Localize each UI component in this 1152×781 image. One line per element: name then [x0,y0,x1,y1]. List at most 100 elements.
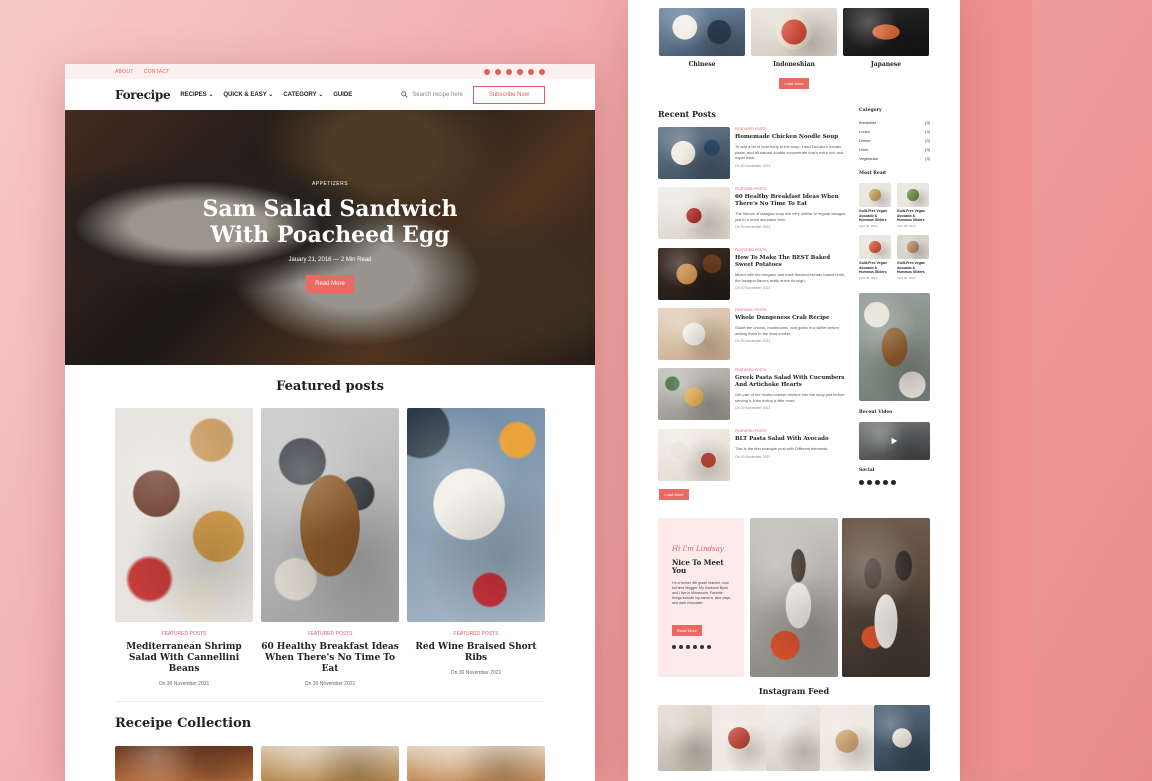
featured-card[interactable]: FEATURED POSTS 60 Healthy Breakfast Idea… [261,408,399,687]
youtube-icon[interactable] [495,68,501,75]
post-tag[interactable]: FEATURED POSTS [735,429,847,433]
facebook-icon[interactable] [859,480,864,485]
post-thumbnail[interactable] [658,308,730,360]
card-title[interactable]: Red Wine Braised Short Ribs [407,642,545,664]
most-read-item[interactable]: Guilt-Free Vegan Avocado & Hummus Slider… [897,235,929,280]
contact-link[interactable]: CONTACT [144,69,170,75]
instagram-image[interactable] [712,705,766,771]
site-logo[interactable]: Forecipe [115,88,171,102]
twitter-icon[interactable] [528,68,534,75]
card-tag[interactable]: FEATURED POSTS [115,631,253,637]
facebook-icon[interactable] [672,645,676,649]
about-link[interactable]: ABOUT [115,69,134,75]
featured-image[interactable] [261,408,399,622]
post-thumbnail[interactable] [658,248,730,300]
linkedin-icon[interactable] [686,645,690,649]
twitter-icon[interactable] [875,480,880,485]
post-thumbnail[interactable] [658,429,730,481]
featured-image[interactable] [407,408,545,622]
youtube-icon[interactable] [883,480,888,485]
facebook-icon[interactable] [539,68,545,75]
video-thumbnail[interactable] [859,422,930,460]
collection-image[interactable] [115,746,253,781]
post-thumbnail[interactable] [658,187,730,239]
linkedin-icon[interactable] [891,480,896,485]
youtube-icon[interactable] [693,645,697,649]
category-item[interactable]: Breakfast (3) [859,120,930,125]
nav-guide[interactable]: GUIDE [333,92,352,98]
category-item[interactable]: Lunch (3) [859,129,930,134]
card-tag[interactable]: FEATURED POSTS [407,631,545,637]
hero-category[interactable]: APPETIZERS [65,181,595,187]
recent-post[interactable]: FEATURED POSTS Whole Dungeness Crab Recip… [658,308,848,360]
subscribe-button[interactable]: Subscribe Now [473,85,545,104]
recent-post[interactable]: FEATURED POSTS 60 Healthy Breakfast Ideas… [658,187,848,239]
recent-post[interactable]: FEATURED POSTS BLT Pasta Salad With Avoca… [658,429,848,481]
most-read-item[interactable]: Guilt-Free Vegan Avocado & Hummus Slider… [897,183,929,228]
post-thumbnail[interactable] [658,368,730,420]
card-tag[interactable]: FEATURED POSTS [261,631,399,637]
featured-image[interactable] [115,408,253,622]
post-thumbnail[interactable] [658,127,730,179]
cuisine-label[interactable]: Japanese [843,61,929,68]
cuisine-image[interactable] [659,8,745,56]
post-title[interactable]: 60 Healthy Breakfast Ideas When There's … [735,194,847,208]
hero-read-more-button[interactable]: Read More [306,275,354,293]
twitter-icon[interactable] [707,645,711,649]
post-tag[interactable]: FEATURED POSTS [735,187,847,191]
instagram-image[interactable] [766,705,820,771]
cuisine-load-more-button[interactable]: Load More [779,78,809,89]
search-placeholder: Search recipe here [412,91,463,98]
post-title[interactable]: Homemade Chicken Noodle Soup [735,134,847,141]
card-title[interactable]: 60 Healthy Breakfast Ideas When There's … [261,642,399,675]
author-signature: Hi I'm Lindsay [672,545,724,553]
collection-image[interactable] [261,746,399,781]
category-item[interactable]: Vegetarian (3) [859,156,930,161]
play-icon[interactable] [890,437,898,445]
sidebar-banner-image[interactable] [859,293,930,401]
hero-title[interactable]: Sam Salad Sandwich With Poacheed Egg [65,196,595,248]
recent-post[interactable]: FEATURED POSTS Homemade Chicken Noodle So… [658,127,848,179]
nav-category[interactable]: CATEGORY ⌄ [283,91,323,98]
post-title[interactable]: Whole Dungeness Crab Recipe [735,315,847,322]
post-tag[interactable]: FEATURED POSTS [735,308,847,312]
cuisine-image[interactable] [843,8,929,56]
post-excerpt: To add a bit of bold body to the soup, I… [735,144,844,160]
post-tag[interactable]: FEATURED POSTS [735,127,847,131]
instagram-icon[interactable] [867,480,872,485]
tumblr-icon[interactable] [484,68,490,75]
cuisine-image[interactable] [751,8,837,56]
most-read-item[interactable]: Guilt-Free Vegan Avocado & Hummus Slider… [859,183,891,228]
posts-load-more-button[interactable]: Load More [659,489,689,500]
instagram-image[interactable] [658,705,712,771]
post-tag[interactable]: FEATURED POSTS [735,368,847,372]
category-item[interactable]: Drink (3) [859,147,930,152]
nav-quick-easy[interactable]: QUICK & EASY ⌄ [223,91,273,98]
about-read-more-button[interactable]: Read More [672,625,702,636]
nav-recipes[interactable]: RECIPES ⌄ [180,91,213,98]
inner-page-preview: Chinese Indoneshian Japanese Load More R… [628,0,960,781]
recent-post[interactable]: FEATURED POSTS Greek Pasta Salad With Cuc… [658,368,848,420]
linkedin-icon[interactable] [517,68,523,75]
pinterest-icon[interactable] [506,68,512,75]
most-read-item[interactable]: Guilt-Free Vegan Avocado & Hummus Slider… [859,235,891,280]
search-input[interactable]: Search recipe here [401,91,463,98]
post-title[interactable]: BLT Pasta Salad With Avocado [735,436,847,443]
post-title[interactable]: Greek Pasta Salad With Cucumbers And Art… [735,375,847,389]
hero-meta: Jauary 21, 2016 — 2 Min Read [288,257,372,263]
post-tag[interactable]: FEATURED POSTS [735,248,847,252]
category-item[interactable]: Dinner (3) [859,138,930,143]
instagram-icon[interactable] [679,645,683,649]
pinterest-icon[interactable] [700,645,704,649]
post-title[interactable]: How To Make The BEST Baked Sweet Potatoe… [735,255,847,269]
recent-video-heading: Recent Video [859,410,893,415]
cuisine-label[interactable]: Chinese [659,61,745,68]
instagram-image[interactable] [820,705,874,771]
featured-card[interactable]: FEATURED POSTS Red Wine Braised Short Ri… [407,408,545,676]
collection-image[interactable] [407,746,545,781]
instagram-image[interactable] [874,705,930,771]
card-title[interactable]: Mediterranean Shrimp Salad With Cannelli… [115,642,253,675]
featured-card[interactable]: FEATURED POSTS Mediterranean Shrimp Sala… [115,408,253,687]
recent-post[interactable]: FEATURED POSTS How To Make The BEST Baked… [658,248,848,300]
cuisine-label[interactable]: Indoneshian [751,61,837,68]
